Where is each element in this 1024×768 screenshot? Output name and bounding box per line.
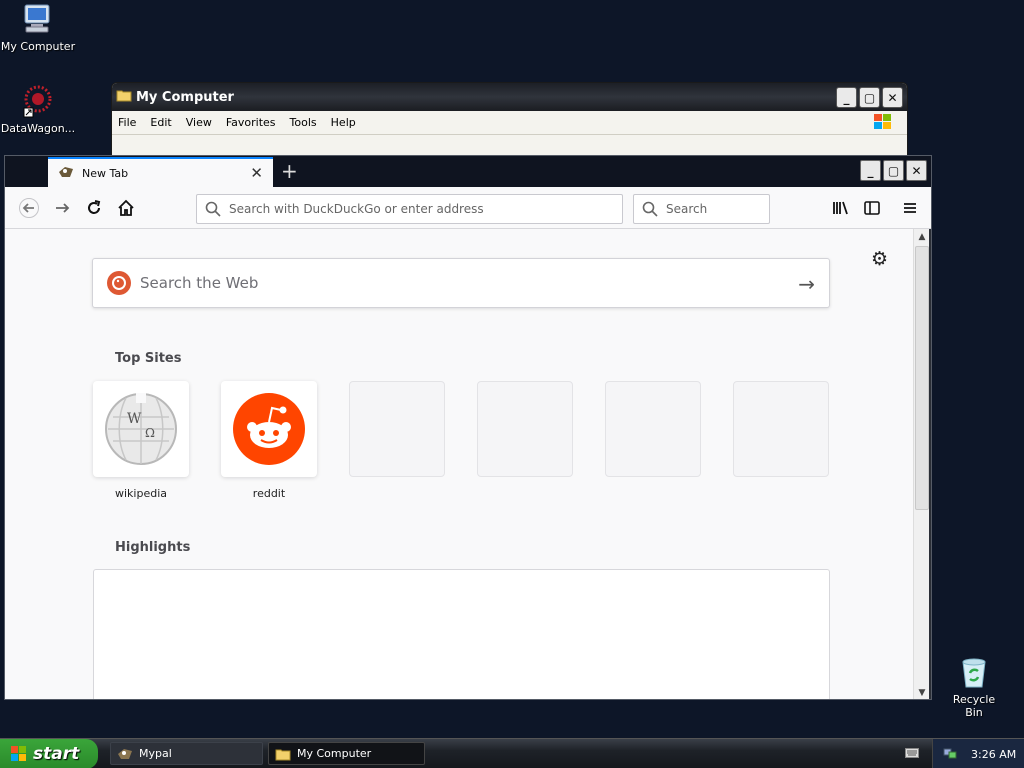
explorer-title: My Computer <box>136 89 234 105</box>
top-site-empty <box>349 381 445 477</box>
web-search-input[interactable]: Search the Web → <box>92 258 830 308</box>
desktop-icon-recycle-bin[interactable]: Recycle Bin <box>943 657 1005 719</box>
reload-icon <box>88 200 101 214</box>
menu-favorites[interactable]: Favorites <box>226 116 276 129</box>
svg-text:Ω: Ω <box>145 426 155 440</box>
menu-file[interactable]: File <box>118 116 136 129</box>
start-label: start <box>33 744 80 764</box>
library-button[interactable] <box>827 194 855 222</box>
top-site-empty <box>733 381 829 477</box>
tab-close-icon[interactable]: ✕ <box>250 164 263 182</box>
browser-window: New Tab ✕ + _ ▢ ✕ Search with DuckDuckGo… <box>4 155 932 700</box>
sidebar-icon <box>864 201 880 215</box>
windows-logo-icon <box>873 113 893 134</box>
top-site-empty <box>605 381 701 477</box>
top-site-wikipedia[interactable]: W Ω wikipedia <box>93 381 189 500</box>
back-arrow-icon <box>19 198 39 218</box>
folder-icon <box>116 88 132 106</box>
folder-icon <box>275 749 291 760</box>
menu-view[interactable]: View <box>186 116 212 129</box>
taskbar-item-my-computer[interactable]: My Computer <box>268 742 425 765</box>
search-icon <box>642 201 658 217</box>
scroll-thumb[interactable] <box>915 246 929 510</box>
settings-gear-icon[interactable]: ⚙ <box>871 248 888 270</box>
scroll-down-arrow-icon[interactable]: ▼ <box>914 685 930 699</box>
forward-button[interactable] <box>48 194 76 222</box>
search-placeholder: Search <box>666 202 708 216</box>
computer-icon <box>21 2 55 36</box>
menu-button[interactable] <box>896 194 924 222</box>
top-sites-heading: Top Sites <box>115 351 182 366</box>
hamburger-icon <box>904 203 916 213</box>
recycle-bin-icon <box>959 657 989 689</box>
search-submit-arrow-icon[interactable]: → <box>798 272 815 296</box>
maximize-button[interactable]: ▢ <box>883 160 904 181</box>
minimize-button[interactable]: _ <box>836 87 857 108</box>
nav-bar: Search with DuckDuckGo or enter address … <box>5 187 931 229</box>
explorer-menubar: File Edit View Favorites Tools Help <box>112 111 907 135</box>
desktop-icon-label: Recycle Bin <box>952 693 996 719</box>
tab-bar: New Tab ✕ + _ ▢ ✕ <box>5 156 931 187</box>
highlights-heading: Highlights <box>115 540 191 555</box>
desktop-icon-datawagon[interactable]: DataWagon... <box>0 84 76 135</box>
duckduckgo-icon <box>107 271 131 295</box>
wikipedia-tile[interactable]: W Ω <box>93 381 189 477</box>
scroll-up-arrow-icon[interactable]: ▲ <box>914 229 930 245</box>
taskbar-item-label: Mypal <box>139 747 172 760</box>
home-button[interactable] <box>112 194 140 222</box>
address-bar[interactable]: Search with DuckDuckGo or enter address <box>196 194 623 224</box>
desktop-icon-label: My Computer <box>0 40 76 53</box>
datawagon-icon <box>21 84 55 118</box>
close-button[interactable]: ✕ <box>906 160 927 181</box>
close-button[interactable]: ✕ <box>882 87 903 108</box>
clock[interactable]: 3:26 AM <box>971 748 1016 761</box>
keyboard-icon[interactable] <box>905 748 919 761</box>
minimize-button[interactable]: _ <box>860 160 881 181</box>
desktop-icon-my-computer[interactable]: My Computer <box>0 2 76 53</box>
taskbar-item-mypal[interactable]: Mypal <box>110 742 263 765</box>
explorer-titlebar[interactable]: My Computer <box>112 83 907 111</box>
windows-flag-icon <box>11 746 26 761</box>
vertical-scrollbar[interactable]: ▲ ▼ <box>913 229 930 699</box>
web-search-placeholder: Search the Web <box>140 274 259 292</box>
menu-tools[interactable]: Tools <box>290 116 317 129</box>
taskbar-item-label: My Computer <box>297 747 372 760</box>
top-site-empty <box>477 381 573 477</box>
menu-help[interactable]: Help <box>331 116 356 129</box>
search-bar[interactable]: Search <box>633 194 770 224</box>
maximize-button[interactable]: ▢ <box>859 87 880 108</box>
highlights-panel <box>93 569 830 699</box>
top-site-reddit[interactable]: reddit <box>221 381 317 500</box>
library-icon <box>833 201 848 215</box>
forward-arrow-icon <box>56 203 70 213</box>
taskbar: start Mypal My Computer 3:26 AM <box>0 738 1024 768</box>
reload-button[interactable] <box>80 194 108 222</box>
mypal-tab-icon <box>58 165 74 182</box>
tab-new-tab[interactable]: New Tab ✕ <box>48 157 273 187</box>
mypal-icon <box>118 748 132 759</box>
wikipedia-globe-icon: W Ω <box>105 393 177 465</box>
search-icon <box>205 201 221 217</box>
new-tab-page: ⚙ Search the Web → Top Sites W Ω wikiped… <box>5 229 913 699</box>
network-icon[interactable] <box>943 746 957 763</box>
start-button[interactable]: start <box>0 739 98 768</box>
home-icon <box>118 199 134 216</box>
tab-label: New Tab <box>82 166 129 180</box>
back-button[interactable] <box>15 194 43 222</box>
svg-text:W: W <box>127 411 142 427</box>
top-site-label: reddit <box>252 487 286 500</box>
new-tab-button[interactable]: + <box>281 159 298 183</box>
system-tray: 3:26 AM <box>932 739 1024 768</box>
desktop-icon-label: DataWagon... <box>0 122 76 135</box>
sidebar-button[interactable] <box>858 194 886 222</box>
menu-edit[interactable]: Edit <box>150 116 171 129</box>
top-site-label: wikipedia <box>114 487 167 500</box>
reddit-tile[interactable] <box>221 381 317 477</box>
reddit-logo-icon <box>233 393 305 465</box>
address-placeholder: Search with DuckDuckGo or enter address <box>229 202 484 216</box>
